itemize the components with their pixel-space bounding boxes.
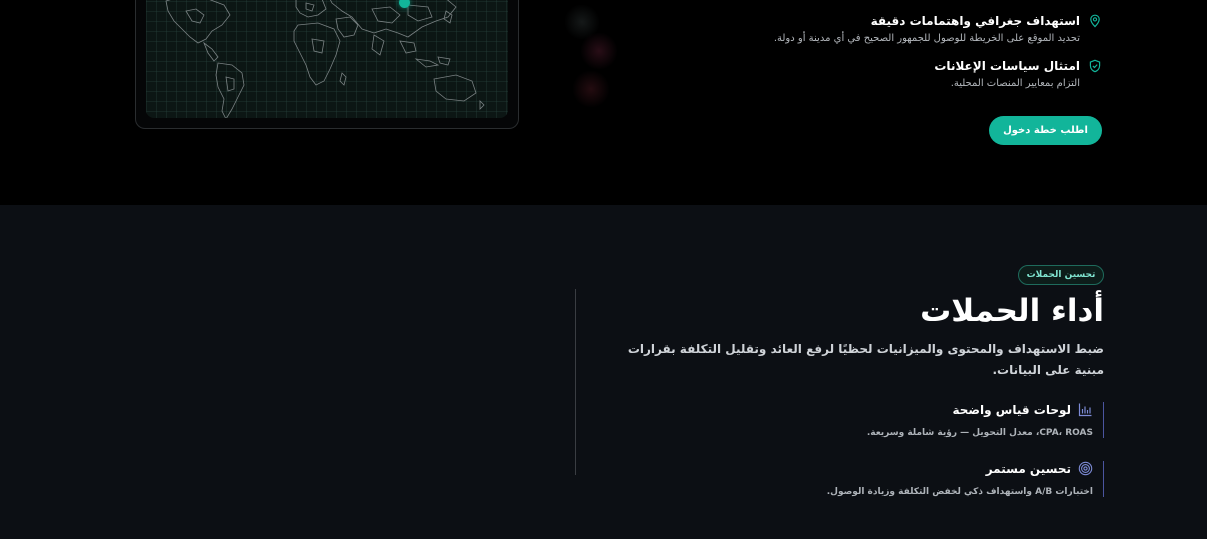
request-entry-plan-button[interactable]: اطلب خطة دخول: [989, 116, 1102, 145]
glow-dot: [572, 70, 610, 108]
geo-targeting-section: استهداف جغرافي واهتمامات دقيقة تحديد الم…: [0, 0, 1207, 205]
section-title: أداء الحملات: [920, 293, 1104, 329]
feature-title: استهداف جغرافي واهتمامات دقيقة: [870, 14, 1080, 28]
location-pin-icon: [1090, 14, 1100, 28]
world-map-outline: [165, 0, 485, 118]
feature-description: التزام بمعايير المنصات المحلية.: [950, 78, 1080, 89]
feature-description: تحديد الموقع على الخريطة للوصول للجمهور …: [773, 33, 1080, 44]
section-description: ضبط الاستهداف والمحتوى والميزانيات لحظيً…: [627, 342, 1104, 377]
vertical-divider: [575, 289, 576, 475]
feature-geo-targeting: استهداف جغرافي واهتمامات دقيقة تحديد الم…: [632, 14, 1102, 44]
feature-item-description: CPA، ROAS، معدل التحويل — رؤية شاملة وسر…: [866, 428, 1093, 438]
decorative-glow-dots: [560, 0, 620, 110]
feature-item-description: اختبارات A/B واستهداف ذكي لخفض التكلفة و…: [826, 487, 1093, 497]
world-map[interactable]: [146, 0, 508, 118]
target-icon: [1078, 461, 1093, 476]
campaign-performance-section: تحسين الحملات أداء الحملات ضبط الاستهداف…: [0, 205, 1207, 539]
bar-chart-icon: [1078, 403, 1092, 417]
shield-check-icon: [1089, 59, 1101, 73]
world-map-card: [135, 0, 519, 129]
feature-item-continuous-optimization: تحسين مستمر اختبارات A/B واستهداف ذكي لخ…: [804, 461, 1104, 497]
glow-dot: [580, 32, 618, 70]
feature-title: امتثال سياسات الإعلانات: [934, 59, 1080, 73]
feature-item-title: تحسين مستمر: [985, 461, 1071, 476]
feature-item-dashboards: لوحات قياس واضحة CPA، ROAS، معدل التحويل…: [804, 402, 1104, 438]
feature-item-title: لوحات قياس واضحة: [952, 402, 1071, 417]
section-tag-badge: تحسين الحملات: [1018, 265, 1104, 285]
feature-ad-policy: امتثال سياسات الإعلانات التزام بمعايير ا…: [632, 59, 1102, 89]
